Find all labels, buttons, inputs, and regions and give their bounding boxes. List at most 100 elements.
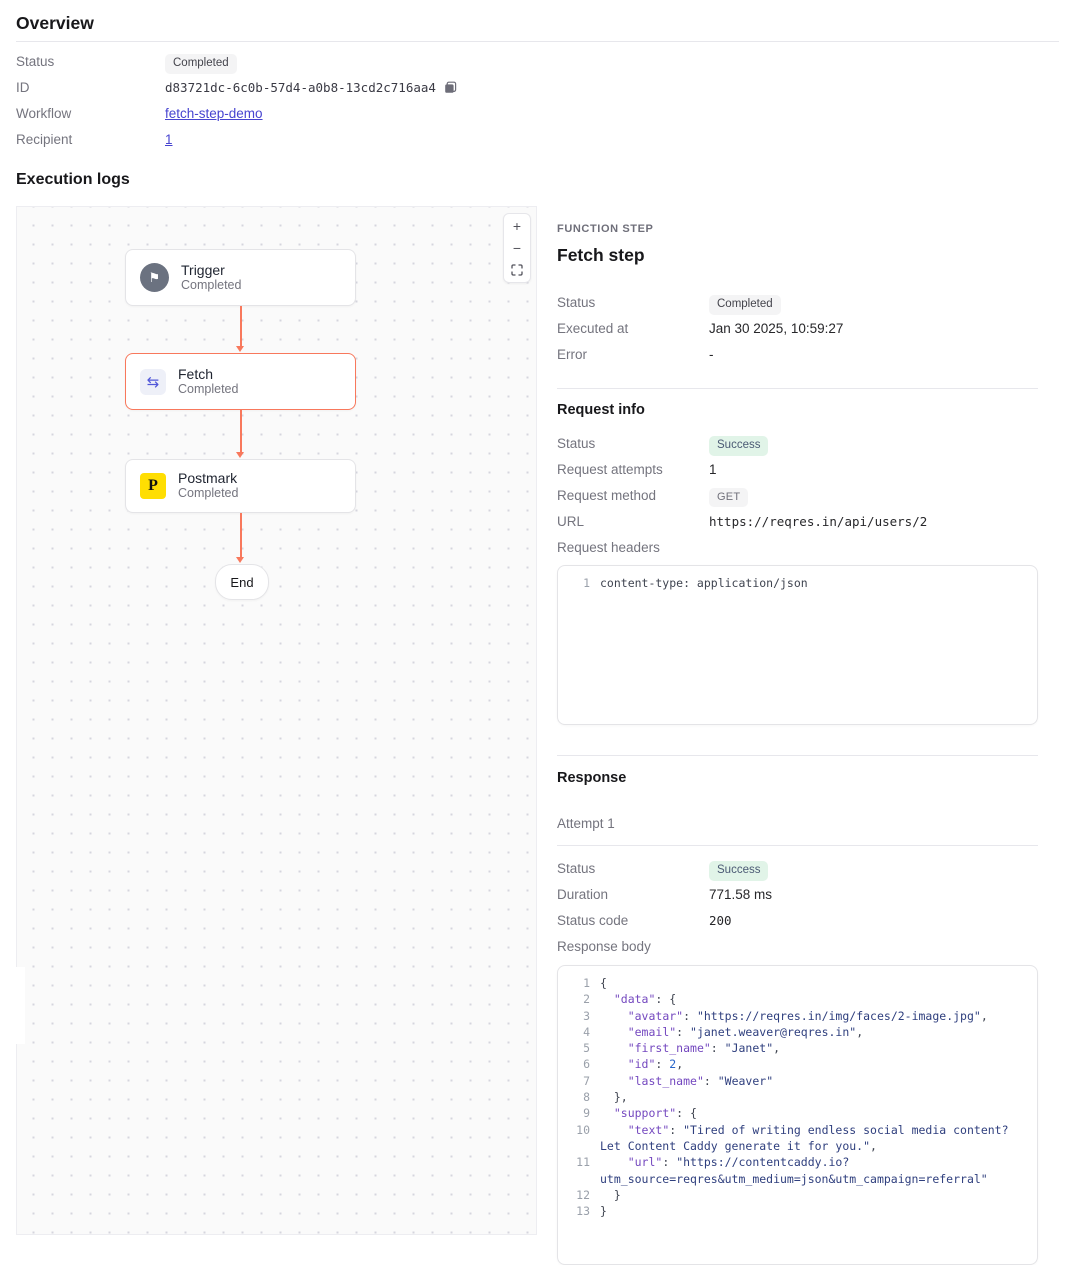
line-number: 2 (568, 991, 590, 1007)
overview-divider (16, 41, 1059, 42)
code-text: }, (600, 1089, 628, 1105)
code-line: 7 "last_name": "Weaver" (568, 1073, 1027, 1089)
code-line: 8 }, (568, 1089, 1027, 1105)
edge-trigger-fetch (240, 306, 242, 346)
line-number: 3 (568, 1008, 590, 1024)
overview-rows: Status Completed ID d83721dc-6c0b-57d4-a… (16, 54, 1059, 158)
code-line: 10 "text": "Tired of writing endless soc… (568, 1122, 1027, 1155)
code-line: 5 "first_name": "Janet", (568, 1040, 1027, 1056)
edge-postmark-end (240, 513, 242, 557)
fit-view-button[interactable] (504, 259, 530, 281)
node-title: Trigger (181, 262, 241, 278)
line-number: 6 (568, 1056, 590, 1072)
node-fetch[interactable]: ⇆ Fetch Completed (125, 353, 356, 410)
executed-at-value: Jan 30 2025, 10:59:27 (709, 321, 843, 336)
node-status: Completed (178, 486, 238, 502)
code-text: } (600, 1187, 621, 1203)
code-text: content-type: application/json (600, 575, 808, 591)
code-line: 3 "avatar": "https://reqres.in/img/faces… (568, 1008, 1027, 1024)
request-url-row: URL https://reqres.in/api/users/2 (557, 514, 1038, 540)
line-number: 4 (568, 1024, 590, 1040)
overview-recipient-row: Recipient 1 (16, 132, 1059, 158)
line-number: 1 (568, 575, 590, 591)
code-text: "first_name": "Janet", (600, 1040, 780, 1056)
status-badge: Completed (165, 54, 237, 74)
code-line: 13} (568, 1203, 1027, 1219)
response-body-codeblock: 1{2 "data": {3 "avatar": "https://reqres… (557, 965, 1038, 1265)
id-value: d83721dc-6c0b-57d4-a0b8-13cd2c716aa4 (165, 80, 436, 95)
flag-icon: ⚑ (140, 263, 169, 292)
step-title: Fetch step (557, 245, 1038, 266)
line-number: 1 (568, 975, 590, 991)
method-badge: GET (709, 488, 748, 507)
status-code-row: Status code 200 (557, 913, 1038, 939)
request-headers-codeblock: 1 content-type: application/json (557, 565, 1038, 725)
recipient-label: Recipient (16, 132, 165, 147)
error-label: Error (557, 347, 709, 362)
code-text: "text": "Tired of writing endless social… (600, 1122, 1009, 1155)
step-status-row: Status Completed (557, 295, 1038, 321)
success-badge: Success (709, 436, 768, 456)
request-attempts-value: 1 (709, 462, 717, 477)
postmark-p-icon: P (140, 473, 166, 499)
node-title: Postmark (178, 470, 238, 486)
line-number: 12 (568, 1187, 590, 1203)
code-text: "email": "janet.weaver@reqres.in", (600, 1024, 863, 1040)
code-line: 6 "id": 2, (568, 1056, 1027, 1072)
copy-icon[interactable] (444, 81, 457, 94)
code-line: 11 "url": "https://contentcaddy.io? utm_… (568, 1154, 1027, 1187)
duration-label: Duration (557, 887, 709, 902)
line-number: 7 (568, 1073, 590, 1089)
executed-at-label: Executed at (557, 321, 709, 336)
zoom-out-button[interactable]: − (504, 237, 530, 259)
attempt-divider (557, 845, 1038, 846)
code-text: "support": { (600, 1105, 697, 1121)
id-label: ID (16, 80, 165, 95)
workflow-label: Workflow (16, 106, 165, 121)
overview-status-row: Status Completed (16, 54, 1059, 80)
response-body-label: Response body (557, 939, 1038, 954)
response-status-row: Status Success (557, 861, 1038, 887)
status-label: Status (557, 436, 709, 451)
code-text: "url": "https://contentcaddy.io? utm_sou… (600, 1154, 988, 1187)
code-text: { (600, 975, 607, 991)
success-badge: Success (709, 861, 768, 881)
code-line: 2 "data": { (568, 991, 1027, 1007)
code-line: 12 } (568, 1187, 1027, 1203)
duration-row: Duration 771.58 ms (557, 887, 1038, 913)
line-number: 8 (568, 1089, 590, 1105)
recipient-link[interactable]: 1 (165, 132, 173, 147)
step-type-kicker: FUNCTION STEP (557, 223, 1038, 235)
code-text: "id": 2, (600, 1056, 683, 1072)
node-postmark[interactable]: P Postmark Completed (125, 459, 356, 513)
section-divider (557, 755, 1038, 756)
response-title: Response (557, 770, 1038, 786)
code-line: 4 "email": "janet.weaver@reqres.in", (568, 1024, 1027, 1040)
request-attempts-label: Request attempts (557, 462, 709, 477)
url-value: https://reqres.in/api/users/2 (709, 514, 927, 529)
status-code-value: 200 (709, 913, 732, 928)
request-attempts-row: Request attempts 1 (557, 462, 1038, 488)
code-text: } (600, 1203, 607, 1219)
line-number: 10 (568, 1122, 590, 1138)
zoom-in-button[interactable]: + (504, 215, 530, 237)
attempt-label: Attempt 1 (557, 816, 1038, 831)
overview-workflow-row: Workflow fetch-step-demo (16, 106, 1059, 132)
workflow-canvas[interactable]: + − ⚑ Trigger Completed ⇆ Fetch Complete… (16, 206, 537, 1235)
line-number: 5 (568, 1040, 590, 1056)
status-badge: Completed (709, 295, 781, 315)
status-label: Status (557, 861, 709, 876)
canvas-edge-overlay (16, 967, 25, 1044)
node-status: Completed (178, 382, 238, 398)
url-label: URL (557, 514, 709, 529)
edge-fetch-postmark (240, 410, 242, 452)
executed-at-row: Executed at Jan 30 2025, 10:59:27 (557, 321, 1038, 347)
line-number: 9 (568, 1105, 590, 1121)
workflow-link[interactable]: fetch-step-demo (165, 106, 263, 121)
node-end[interactable]: End (215, 564, 269, 600)
code-line: 1{ (568, 975, 1027, 991)
node-trigger[interactable]: ⚑ Trigger Completed (125, 249, 356, 306)
status-label: Status (16, 54, 165, 69)
request-method-label: Request method (557, 488, 709, 503)
response-rows: Status Success Duration 771.58 ms Status… (557, 861, 1038, 939)
